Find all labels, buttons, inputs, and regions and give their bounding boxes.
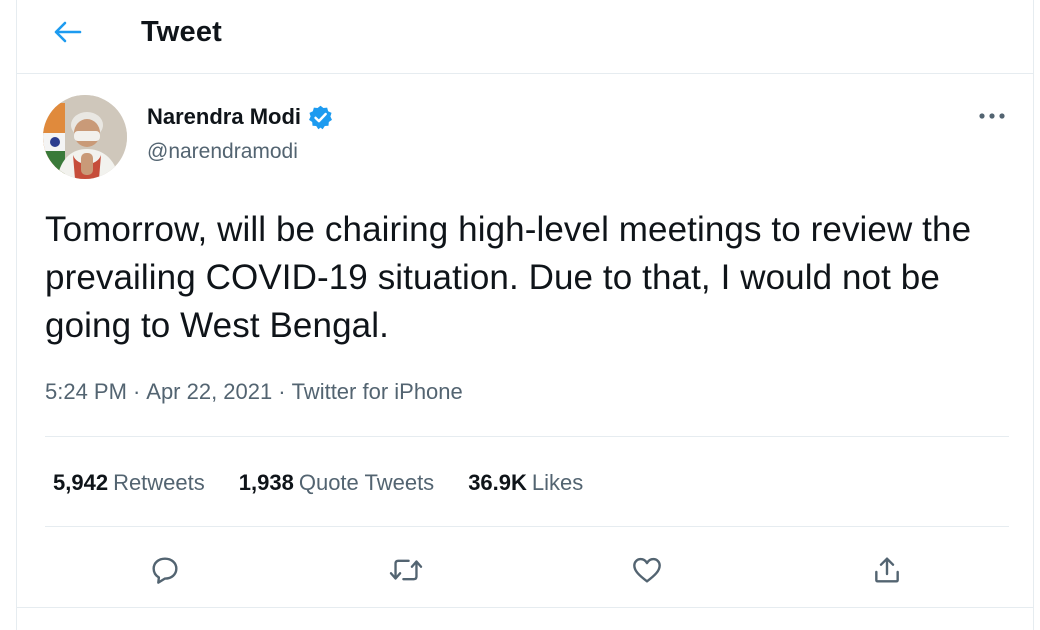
- avatar[interactable]: [43, 95, 127, 179]
- tweet-text: Tomorrow, will be chairing high-level me…: [45, 210, 972, 345]
- tweet-source[interactable]: Twitter for iPhone: [292, 377, 463, 407]
- retweets-count: 5,942: [53, 470, 109, 495]
- tweet-actions: [17, 548, 1033, 592]
- author-name-row[interactable]: Narendra Modi: [147, 102, 334, 132]
- heart-icon: [633, 557, 661, 583]
- quote-tweets-label: Quote Tweets: [298, 470, 435, 495]
- author-handle[interactable]: @narendramodi: [147, 138, 298, 166]
- likes-count: 36.9K: [468, 470, 527, 495]
- quote-tweets-stat[interactable]: 1,938 Quote Tweets: [239, 468, 434, 498]
- share-button[interactable]: [865, 548, 909, 592]
- tweet-date[interactable]: Apr 22, 2021: [146, 377, 272, 407]
- profile-photo: [43, 95, 127, 179]
- tweet-meta: 5:24 PM · Apr 22, 2021 · Twitter for iPh…: [45, 377, 463, 407]
- meta-separator: ·: [278, 379, 286, 404]
- reply-button[interactable]: [143, 548, 187, 592]
- likes-stat[interactable]: 36.9K Likes: [468, 468, 583, 498]
- verified-badge-icon: [309, 105, 333, 129]
- like-button[interactable]: [625, 548, 669, 592]
- back-button[interactable]: [47, 14, 87, 50]
- bottom-border: [17, 607, 1033, 608]
- share-icon: [875, 557, 899, 583]
- retweets-stat[interactable]: 5,942 Retweets: [53, 468, 205, 498]
- page-header: Tweet: [17, 0, 1033, 74]
- reply-icon: [152, 557, 178, 584]
- divider: [45, 526, 1009, 527]
- divider: [45, 436, 1009, 437]
- arrow-left-icon: [54, 21, 82, 43]
- retweet-button[interactable]: [384, 548, 428, 592]
- tweet-stats: 5,942 Retweets 1,938 Quote Tweets 36.9K Lik…: [53, 468, 583, 498]
- author-name[interactable]: Narendra Modi: [147, 102, 301, 132]
- tweet-time[interactable]: 5:24 PM: [45, 377, 127, 407]
- meta-separator: ·: [132, 379, 141, 404]
- retweets-label: Retweets: [113, 470, 205, 495]
- tweet-detail-panel: Tweet Narendra Modi @narendramodi Tomorr…: [16, 0, 1034, 630]
- quote-tweets-count: 1,938: [238, 470, 294, 495]
- more-options-button[interactable]: [975, 102, 1009, 130]
- more-horizontal-icon: [979, 113, 1005, 119]
- retweet-icon: [389, 559, 423, 581]
- likes-label: Likes: [531, 470, 584, 495]
- page-title: Tweet: [141, 16, 223, 48]
